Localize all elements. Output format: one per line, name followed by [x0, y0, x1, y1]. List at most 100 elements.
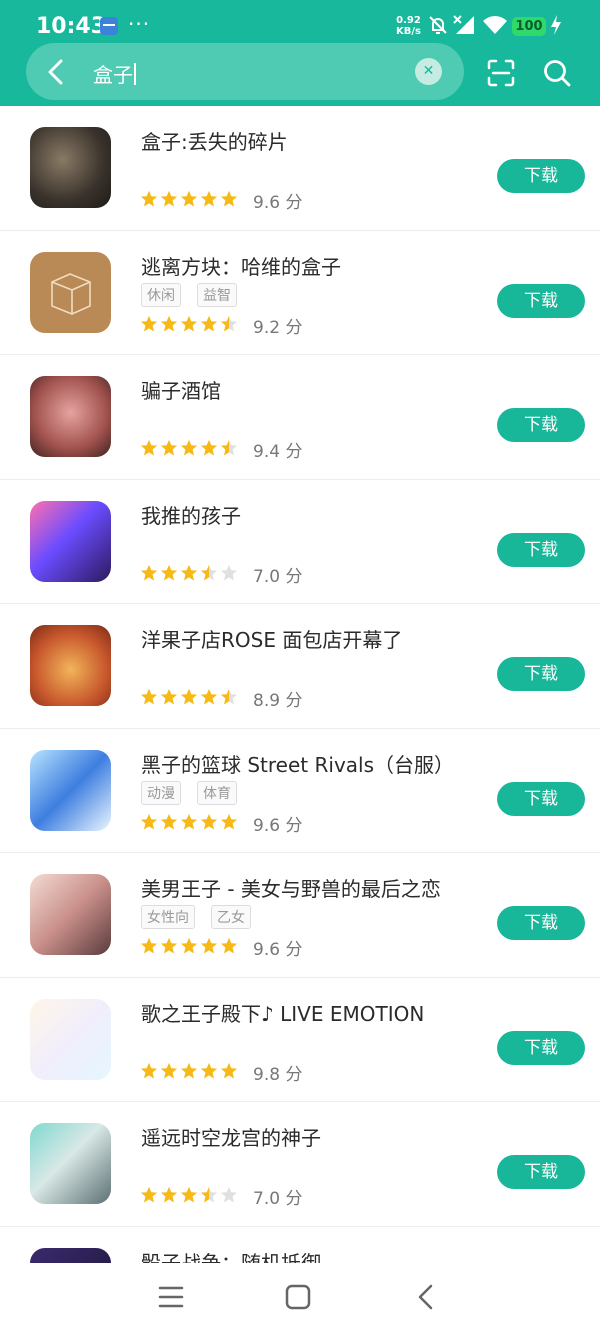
- app-name[interactable]: 遥远时空龙宫的神子: [141, 1122, 321, 1151]
- back-arrow-icon[interactable]: [40, 56, 72, 88]
- home-icon[interactable]: [285, 1284, 311, 1310]
- star-icon: [200, 1186, 218, 1203]
- star-icon: [140, 688, 158, 705]
- app-result-row[interactable]: 逃离方块：哈维的盒子 休闲 益智 9.2 分 下载: [0, 231, 600, 355]
- rating-score: 8.9 分: [253, 691, 303, 711]
- network-speed-value: 0.92: [396, 15, 421, 26]
- star-icon: [140, 1062, 158, 1079]
- app-icon[interactable]: [30, 251, 111, 333]
- search-input[interactable]: 盒子: [93, 59, 136, 88]
- no-signal-icon: [453, 15, 474, 34]
- system-back-icon[interactable]: [414, 1283, 438, 1311]
- app-tag: 动漫: [141, 780, 181, 805]
- app-name[interactable]: 美男王子 - 美女与野兽的最后之恋: [141, 873, 441, 902]
- app-result-row[interactable]: 遥远时空龙宫的神子 7.0 分 下载: [0, 1102, 600, 1227]
- download-button[interactable]: 下载: [497, 408, 585, 442]
- rating-score: 9.6 分: [253, 193, 303, 213]
- star-icon: [180, 937, 198, 954]
- app-result-row[interactable]: 我推的孩子 7.0 分 下载: [0, 480, 600, 604]
- star-icon: [160, 937, 178, 954]
- app-result-row[interactable]: 骗子酒馆 9.4 分 下载: [0, 355, 600, 480]
- search-icon[interactable]: [542, 58, 572, 88]
- rating-score: 9.8 分: [253, 1064, 303, 1085]
- charging-icon: [551, 15, 561, 35]
- app-tag: 体育: [197, 780, 237, 805]
- search-bar[interactable]: [26, 43, 464, 100]
- star-icon: [160, 1062, 178, 1079]
- download-button[interactable]: 下载: [497, 657, 585, 691]
- download-button[interactable]: 下载: [497, 1030, 585, 1065]
- star-icon: [160, 315, 178, 332]
- app-icon[interactable]: [30, 874, 111, 955]
- app-icon[interactable]: [30, 625, 111, 706]
- star-icon: [200, 937, 218, 954]
- app-icon[interactable]: [30, 1247, 111, 1263]
- star-icon: [200, 564, 218, 581]
- app-icon[interactable]: [30, 998, 111, 1080]
- star-icon: [140, 190, 158, 207]
- app-icon[interactable]: [30, 749, 111, 831]
- cube-icon: [51, 272, 91, 315]
- app-result-row[interactable]: 歌之王子殿下♪ LIVE EMOTION 9.8 分 下载: [0, 978, 600, 1102]
- app-name[interactable]: 骗子酒馆: [141, 375, 221, 404]
- app-tag: 休闲: [141, 282, 181, 307]
- star-icon: [200, 688, 218, 705]
- rating-score: 7.0 分: [253, 1189, 303, 1209]
- app-icon[interactable]: [30, 127, 111, 208]
- app-name[interactable]: 盒子:丢失的碎片: [141, 126, 288, 155]
- app-tags: 动漫 体育: [141, 780, 237, 805]
- star-rating: [140, 564, 238, 582]
- app-tags: 女性向 乙女: [141, 905, 251, 929]
- star-rating: [140, 937, 238, 955]
- star-icon: [220, 1186, 238, 1203]
- download-button[interactable]: 下载: [497, 532, 585, 567]
- search-results-list[interactable]: 盒子:丢失的碎片 9.6 分下载 逃离方块：哈维的盒子 休闲 益智 9.2 分 …: [0, 106, 600, 1263]
- app-result-row[interactable]: 盒子:丢失的碎片 9.6 分 下载: [0, 106, 600, 231]
- status-time: 10:43: [36, 14, 107, 39]
- star-icon: [140, 813, 158, 830]
- mute-bell-icon: [429, 16, 447, 34]
- rating-score: 7.0 分: [253, 566, 303, 587]
- star-icon: [180, 688, 198, 705]
- app-result-row[interactable]: 美男王子 - 美女与野兽的最后之恋 女性向 乙女 9.6 分 下载: [0, 853, 600, 978]
- app-name[interactable]: 洋果子店ROSE 面包店开幕了: [141, 624, 402, 653]
- star-icon: [160, 564, 178, 581]
- star-rating: [140, 1186, 238, 1204]
- recent-apps-icon[interactable]: [158, 1285, 184, 1309]
- download-button[interactable]: 下载: [497, 1155, 585, 1189]
- app-name[interactable]: 骰子战争：随机抵御: [141, 1247, 321, 1264]
- star-icon: [220, 190, 238, 207]
- star-rating: [140, 688, 238, 706]
- star-icon: [180, 1186, 198, 1203]
- app-icon[interactable]: [30, 376, 111, 457]
- rating-score: 9.2 分: [253, 317, 303, 338]
- app-name[interactable]: 我推的孩子: [141, 500, 241, 529]
- app-icon[interactable]: [30, 500, 111, 582]
- app-tag: 益智: [197, 282, 237, 307]
- star-icon: [220, 439, 238, 456]
- star-icon: [140, 315, 158, 332]
- download-button[interactable]: 下载: [497, 159, 585, 193]
- download-button[interactable]: 下载: [497, 906, 585, 940]
- app-result-row[interactable]: 骰子战争：随机抵御: [0, 1227, 600, 1264]
- star-icon: [180, 439, 198, 456]
- scan-icon[interactable]: [486, 58, 516, 88]
- app-name[interactable]: 歌之王子殿下♪ LIVE EMOTION: [141, 998, 424, 1027]
- download-button[interactable]: 下载: [497, 781, 585, 816]
- app-result-row[interactable]: 黑子的篮球 Street Rivals（台服） 动漫 体育 9.6 分 下载: [0, 729, 600, 853]
- clear-search-button[interactable]: ✕: [415, 58, 442, 85]
- app-name[interactable]: 逃离方块：哈维的盒子: [141, 251, 341, 280]
- app-result-row[interactable]: 洋果子店ROSE 面包店开幕了 8.9 分 下载: [0, 604, 600, 729]
- app-icon[interactable]: [30, 1123, 111, 1204]
- star-rating: [140, 813, 238, 831]
- app-tag: 女性向: [141, 905, 195, 929]
- star-icon: [200, 315, 218, 332]
- app-tags: 休闲 益智: [141, 282, 237, 307]
- star-icon: [180, 190, 198, 207]
- app-name[interactable]: 黑子的篮球 Street Rivals（台服）: [141, 749, 454, 778]
- download-button[interactable]: 下载: [497, 283, 585, 318]
- star-icon: [160, 813, 178, 830]
- star-icon: [200, 439, 218, 456]
- star-icon: [220, 688, 238, 705]
- star-icon: [180, 813, 198, 830]
